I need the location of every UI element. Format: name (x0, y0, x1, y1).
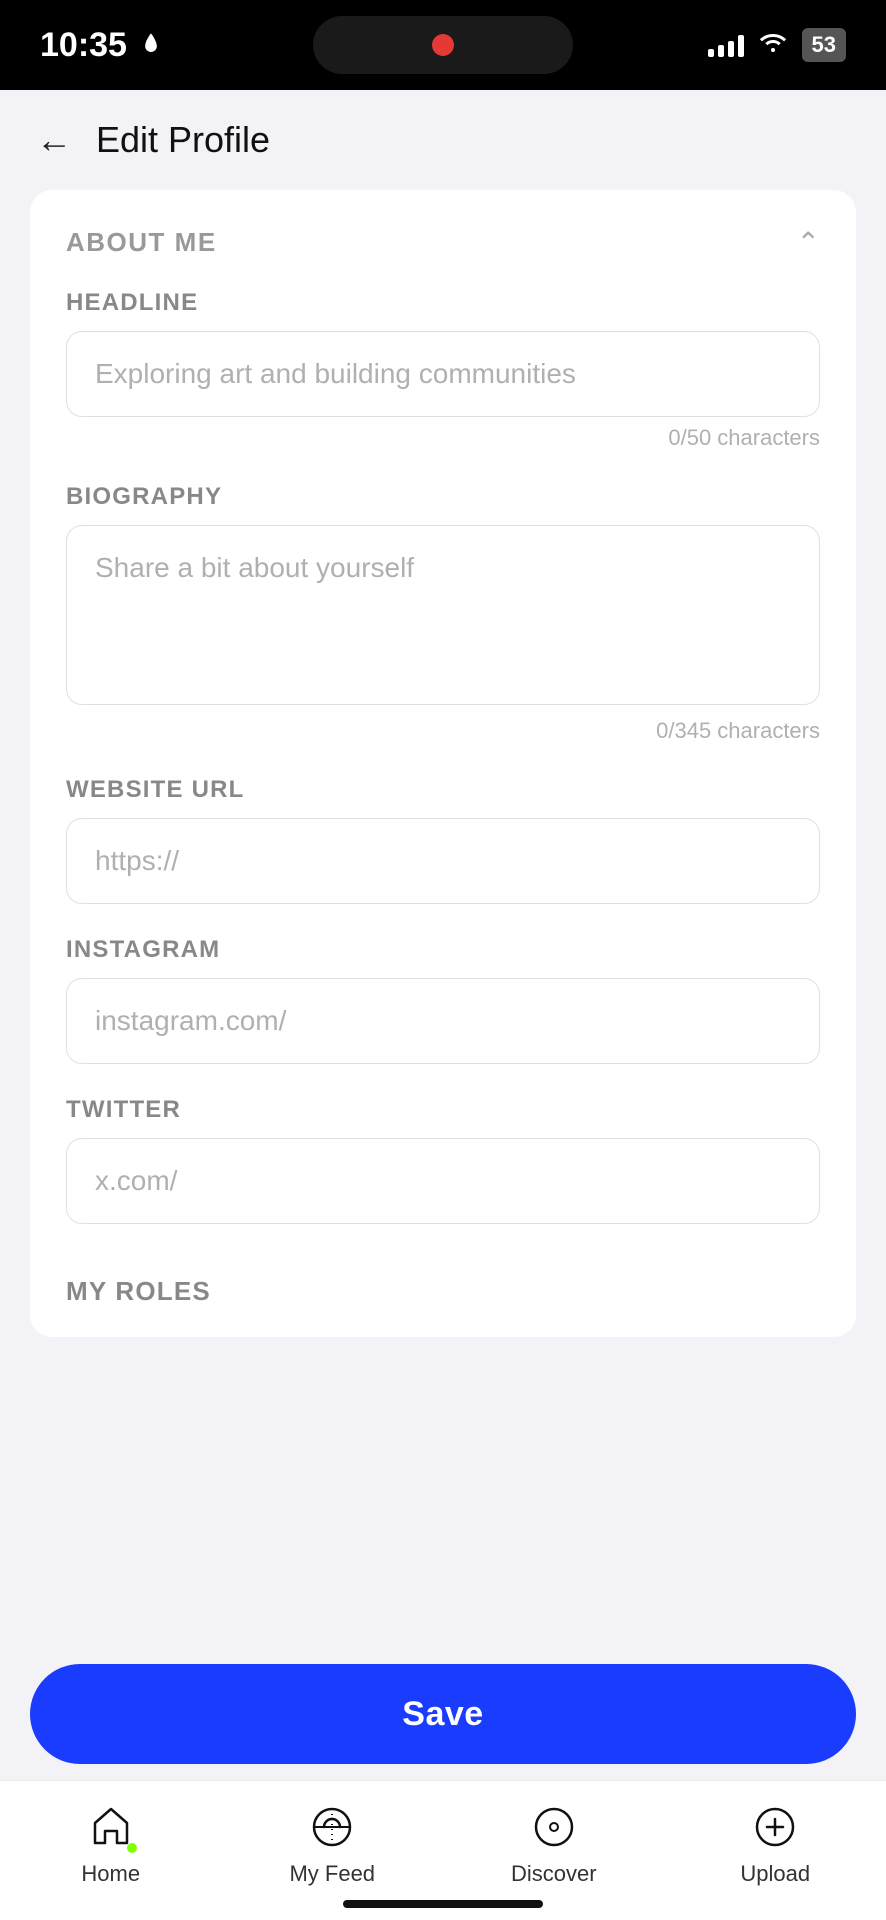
save-button[interactable]: Save (30, 1664, 856, 1764)
twitter-input[interactable] (66, 1138, 820, 1224)
website-url-input[interactable] (66, 818, 820, 904)
instagram-input[interactable] (66, 978, 820, 1064)
instagram-label: INSTAGRAM (66, 936, 820, 964)
battery-label: 53 (802, 28, 846, 62)
nav-item-discover[interactable]: Discover (504, 1801, 604, 1887)
website-url-field-group: WEBSITE URL (66, 776, 820, 904)
bottom-nav: Home My Feed Discover Upload (0, 1780, 886, 1920)
about-me-card: ABOUT ME ⌃ HEADLINE 0/50 characters BIOG… (30, 190, 856, 1337)
headline-char-count: 0/50 characters (66, 425, 820, 451)
myfeed-icon (306, 1801, 358, 1853)
my-roles-label: MY ROLES (66, 1256, 820, 1317)
page-title: Edit Profile (96, 119, 270, 161)
headline-field-group: HEADLINE 0/50 characters (66, 289, 820, 451)
home-label: Home (81, 1861, 140, 1887)
record-dot (432, 34, 454, 56)
myfeed-label: My Feed (289, 1861, 375, 1887)
biography-input[interactable] (66, 525, 820, 705)
nav-item-home[interactable]: Home (61, 1801, 161, 1887)
save-bar: Save (0, 1648, 886, 1780)
upload-label: Upload (740, 1861, 810, 1887)
page-header: ← Edit Profile (0, 90, 886, 190)
flame-icon (137, 31, 165, 59)
back-button[interactable]: ← (36, 122, 72, 158)
nav-item-upload[interactable]: Upload (725, 1801, 825, 1887)
biography-field-group: BIOGRAPHY 0/345 characters (66, 483, 820, 744)
about-me-title: ABOUT ME (66, 227, 217, 258)
biography-label: BIOGRAPHY (66, 483, 820, 511)
website-url-label: WEBSITE URL (66, 776, 820, 804)
headline-label: HEADLINE (66, 289, 820, 317)
upload-icon (749, 1801, 801, 1853)
status-time: 10:35 (40, 26, 165, 65)
status-bar: 10:35 53 (0, 0, 886, 90)
twitter-field-group: TWITTER (66, 1096, 820, 1224)
home-icon-wrap (85, 1801, 137, 1853)
discover-label: Discover (511, 1861, 597, 1887)
camera-pill (313, 16, 573, 74)
discover-icon (528, 1801, 580, 1853)
home-active-indicator (127, 1843, 137, 1853)
about-me-section-header: ABOUT ME ⌃ (66, 226, 820, 259)
twitter-label: TWITTER (66, 1096, 820, 1124)
wifi-icon (758, 30, 788, 61)
biography-char-count: 0/345 characters (66, 718, 820, 744)
instagram-field-group: INSTAGRAM (66, 936, 820, 1064)
nav-item-myfeed[interactable]: My Feed (282, 1801, 382, 1887)
status-right-icons: 53 (708, 28, 846, 62)
collapse-icon[interactable]: ⌃ (797, 226, 820, 259)
headline-input[interactable] (66, 331, 820, 417)
signal-bars (708, 33, 744, 57)
home-indicator (343, 1900, 543, 1908)
